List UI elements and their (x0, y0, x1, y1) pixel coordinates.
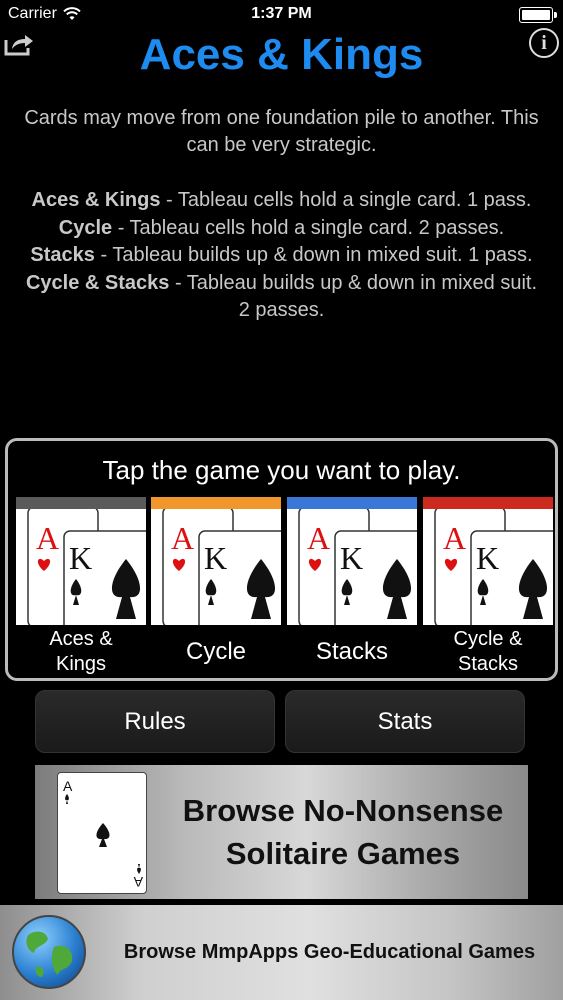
solitaire-games-banner[interactable]: A A Browse No-Nonsense Solitaire Games (35, 765, 528, 899)
svg-text:A: A (133, 874, 143, 890)
ace-of-spades-icon: A A (57, 772, 147, 894)
game-label: Cycle (185, 638, 246, 665)
chooser-prompt: Tap the game you want to play. (102, 455, 461, 485)
geo-banner-text: Browse MmpApps Geo-Educational Games (123, 941, 536, 963)
mode-desc-cycle-stacks: Cycle & Stacks - Tableau builds up & dow… (25, 271, 538, 322)
ace-rank: A (443, 520, 466, 556)
ace-king-cards-icon: A K (298, 509, 417, 625)
stats-button[interactable]: Stats (285, 690, 525, 753)
svg-text:A: A (63, 778, 73, 794)
ace-rank: A (171, 520, 194, 556)
mode-desc-aces-kings: Aces & Kings - Tableau cells hold a sing… (31, 189, 532, 211)
mode-desc-cycle: Cycle - Tableau cells hold a single card… (58, 216, 505, 239)
game-label: Cycle & Stacks (453, 628, 523, 675)
king-rank: K (340, 540, 363, 576)
game-cycle-stacks[interactable]: A K Cycle & Stacks (423, 497, 553, 675)
ace-king-cards-icon: A K (434, 509, 553, 625)
page-title: Aces & Kings (139, 30, 424, 79)
game-stacks[interactable]: A K Stacks (287, 497, 417, 675)
king-rank: K (204, 540, 227, 576)
solitaire-banner-text: Browse No-Nonsense Solitaire Games (182, 793, 504, 871)
game-thumb: A K (151, 497, 281, 625)
ace-king-cards-icon: A K (162, 509, 281, 625)
game-thumb: A K (287, 497, 417, 625)
game-aces-kings[interactable]: A K Aces & Kings (16, 497, 146, 675)
globe-icon (12, 915, 86, 989)
king-rank: K (476, 540, 499, 576)
status-time: 1:37 PM (251, 5, 312, 22)
ace-king-cards-icon: A K (27, 509, 146, 625)
game-thumb: A K (423, 497, 553, 625)
game-label: Stacks (315, 638, 389, 665)
king-rank: K (69, 540, 92, 576)
ace-rank: A (307, 520, 330, 556)
game-chooser: Tap the game you want to play. A K Aces … (5, 438, 558, 681)
game-thumb: A K (16, 497, 146, 625)
mode-descriptions: Aces & Kings - Tableau cells hold a sing… (18, 187, 545, 325)
ace-rank: A (36, 520, 59, 556)
intro-text: Cards may move from one foundation pile … (24, 107, 539, 156)
mode-desc-stacks: Stacks - Tableau builds up & down in mix… (30, 244, 533, 266)
game-label: Aces & Kings (49, 628, 113, 675)
status-bar: Carrier 1:37 PM (0, 0, 563, 30)
game-cycle[interactable]: A K Cycle (151, 497, 281, 675)
rules-button[interactable]: Rules (35, 690, 275, 753)
geo-games-banner[interactable]: Browse MmpApps Geo-Educational Games (0, 905, 563, 1000)
battery-icon (519, 7, 557, 23)
